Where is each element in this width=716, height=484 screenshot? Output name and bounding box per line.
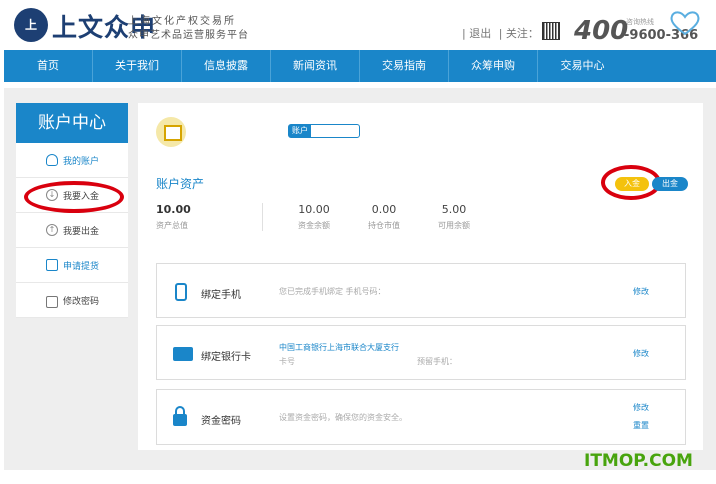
main-nav: 首页 关于我们 信息披露 新闻资讯 交易指南 众筹申购 交易中心 bbox=[4, 50, 716, 82]
sidebar-item-label: 申请提货 bbox=[63, 261, 100, 272]
modify-bank-link[interactable]: 修改 bbox=[633, 348, 649, 359]
watermark: ITMOP.COM bbox=[584, 451, 693, 471]
sidebar-title: 账户中心 bbox=[16, 103, 128, 143]
reset-password-link[interactable]: 重置 bbox=[633, 420, 649, 431]
sidebar-item-pickup[interactable]: 申请提货 bbox=[16, 248, 128, 283]
stat-value: 5.00 bbox=[441, 203, 467, 216]
card-number-label: 卡号 bbox=[279, 357, 295, 366]
assets-title: 账户资产 bbox=[156, 177, 205, 191]
sidebar-item-change-password[interactable]: 修改密码 bbox=[16, 283, 128, 318]
sidebar-item-label: 我的账户 bbox=[63, 156, 100, 167]
modify-phone-link[interactable]: 修改 bbox=[633, 286, 649, 297]
card-desc: 您已完成手机绑定 手机号码： bbox=[279, 287, 386, 296]
nav-trade-guide[interactable]: 交易指南 bbox=[360, 50, 449, 82]
phone-icon bbox=[175, 283, 187, 301]
site-header: 上 上文众申 上海文化产权交易所 众申艺术品运营服务平台 | 退出 | 关注： … bbox=[0, 0, 716, 50]
bind-bank-card: 绑定银行卡 中国工商银行上海市联合大厦支行 卡号 预留手机： 修改 bbox=[156, 325, 686, 380]
card-title: 绑定手机 bbox=[201, 290, 241, 301]
header-links: | 退出 | 关注： bbox=[462, 25, 543, 41]
stat-label: 资产总值 bbox=[156, 221, 188, 230]
nav-crowdfunding[interactable]: 众筹申购 bbox=[449, 50, 538, 82]
stat-label: 资金余额 bbox=[298, 221, 330, 230]
avatar bbox=[156, 117, 186, 147]
user-icon bbox=[46, 154, 58, 166]
pickup-icon bbox=[46, 259, 58, 271]
modify-password-link[interactable]: 修改 bbox=[633, 402, 649, 413]
logout-link[interactable]: | 退出 bbox=[462, 27, 491, 40]
qr-code-icon[interactable] bbox=[542, 22, 560, 40]
fund-password-card: 资金密码 设置资金密码，确保您的资金安全。 修改 重置 bbox=[156, 389, 686, 445]
card-title: 绑定银行卡 bbox=[201, 352, 251, 363]
follow-label: | 关注： bbox=[498, 27, 539, 40]
card-title: 资金密码 bbox=[201, 416, 241, 427]
sidebar-item-label: 我要出金 bbox=[63, 226, 100, 237]
account-id-box: 账户 bbox=[288, 124, 360, 138]
stat-label: 可用余额 bbox=[438, 221, 470, 230]
deposit-button[interactable]: 入金 bbox=[615, 177, 649, 191]
bind-phone-card: 绑定手机 您已完成手机绑定 手机号码： 修改 bbox=[156, 263, 686, 318]
stat-value: 10.00 bbox=[156, 203, 191, 216]
withdraw-button[interactable]: 出金 bbox=[652, 177, 688, 191]
lock-icon bbox=[46, 295, 58, 308]
sidebar-item-label: 修改密码 bbox=[63, 296, 100, 307]
account-main-panel: 账户 账户资产 入金 出金 10.00 资产总值 10.00 资金余额 0.00… bbox=[138, 103, 703, 450]
bank-name: 中国工商银行上海市联合大厦支行 bbox=[279, 343, 399, 352]
hotline-number: 400 bbox=[574, 16, 629, 46]
nav-about[interactable]: 关于我们 bbox=[93, 50, 182, 82]
stat-value: 10.00 bbox=[298, 203, 330, 216]
stat-market-value: 0.00 持仓市值 bbox=[356, 203, 412, 231]
reserved-phone-label: 预留手机： bbox=[417, 357, 457, 366]
stat-value: 0.00 bbox=[371, 203, 397, 216]
nav-trade-center[interactable]: 交易中心 bbox=[538, 50, 627, 82]
sidebar-item-my-account[interactable]: 我的账户 bbox=[16, 143, 128, 178]
nav-home[interactable]: 首页 bbox=[4, 50, 93, 82]
bank-card-icon bbox=[173, 347, 193, 361]
hotline-label: 咨询热线 bbox=[626, 18, 654, 26]
sidebar-item-withdraw[interactable]: ↑ 我要出金 bbox=[16, 213, 128, 248]
stat-total-assets: 10.00 资产总值 bbox=[156, 203, 191, 231]
nav-news[interactable]: 新闻资讯 bbox=[271, 50, 360, 82]
withdraw-icon: ↑ bbox=[46, 224, 58, 236]
logo-subtitle-1: 上海文化产权交易所 bbox=[128, 16, 236, 27]
annotation-circle-deposit bbox=[24, 181, 124, 213]
stat-available: 5.00 可用余额 bbox=[426, 203, 482, 231]
logo-icon: 上 bbox=[14, 8, 48, 42]
nav-disclosure[interactable]: 信息披露 bbox=[182, 50, 271, 82]
divider bbox=[262, 203, 263, 231]
account-tag: 账户 bbox=[289, 125, 311, 137]
logo-subtitle-2: 众申艺术品运营服务平台 bbox=[128, 30, 249, 41]
stat-fund-balance: 10.00 资金余额 bbox=[286, 203, 342, 231]
card-desc: 设置资金密码，确保您的资金安全。 bbox=[279, 413, 407, 422]
lock-icon bbox=[173, 406, 187, 426]
heart-icon bbox=[670, 11, 700, 36]
stat-label: 持仓市值 bbox=[368, 221, 400, 230]
